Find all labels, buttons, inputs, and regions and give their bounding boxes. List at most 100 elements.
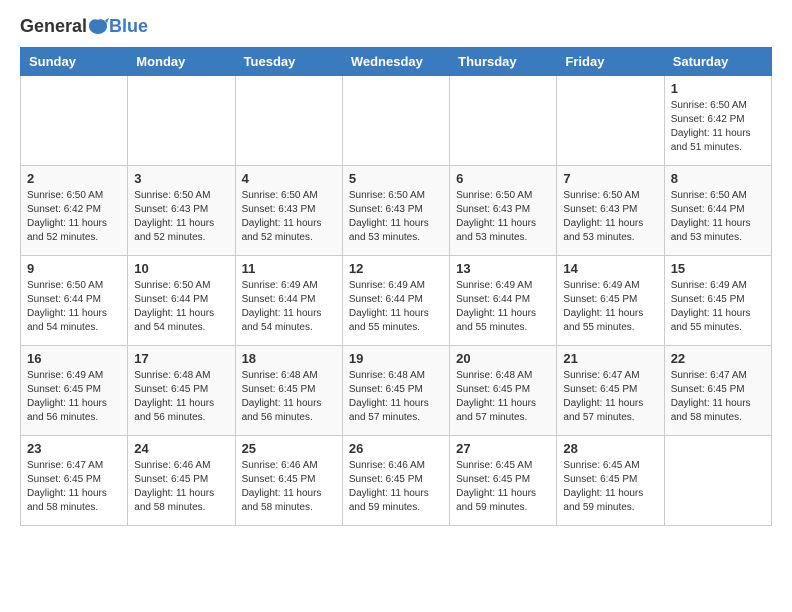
day-number: 28: [563, 441, 657, 456]
day-info: Sunrise: 6:50 AM Sunset: 6:44 PM Dayligh…: [27, 279, 121, 335]
calendar-table: SundayMondayTuesdayWednesdayThursdayFrid…: [20, 47, 772, 526]
day-info: Sunrise: 6:49 AM Sunset: 6:44 PM Dayligh…: [456, 279, 550, 335]
day-number: 11: [242, 261, 336, 276]
day-info: Sunrise: 6:50 AM Sunset: 6:43 PM Dayligh…: [134, 189, 228, 245]
day-number: 7: [563, 171, 657, 186]
calendar-week-row: 2 Sunrise: 6:50 AM Sunset: 6:42 PM Daylig…: [21, 166, 772, 256]
calendar-cell: 10Sunrise: 6:50 AM Sunset: 6:44 PM Dayli…: [128, 256, 235, 346]
day-info: Sunrise: 6:50 AM Sunset: 6:42 PM Dayligh…: [27, 189, 121, 245]
day-info: Sunrise: 6:49 AM Sunset: 6:44 PM Dayligh…: [242, 279, 336, 335]
calendar-cell: [21, 76, 128, 166]
day-number: 16: [27, 351, 121, 366]
calendar-cell: 22 Sunrise: 6:47 AM Sunset: 6:45 PM Dayli…: [664, 346, 771, 436]
day-info: Sunrise: 6:48 AM Sunset: 6:45 PM Dayligh…: [134, 369, 228, 425]
calendar-cell: 28 Sunrise: 6:45 AM Sunset: 6:45 PM Dayli…: [557, 436, 664, 526]
day-info: Sunrise: 6:49 AM Sunset: 6:44 PM Dayligh…: [349, 279, 443, 335]
day-info: Sunrise: 6:50 AM Sunset: 6:43 PM Dayligh…: [349, 189, 443, 245]
calendar-cell: 12 Sunrise: 6:49 AM Sunset: 6:44 PM Dayli…: [342, 256, 449, 346]
calendar-cell: 27 Sunrise: 6:45 AM Sunset: 6:45 PM Dayli…: [450, 436, 557, 526]
day-number: 3: [134, 171, 228, 186]
day-number: 8: [671, 171, 765, 186]
calendar-cell: 18 Sunrise: 6:48 AM Sunset: 6:45 PM Dayli…: [235, 346, 342, 436]
calendar-cell: 2 Sunrise: 6:50 AM Sunset: 6:42 PM Daylig…: [21, 166, 128, 256]
calendar-cell: [557, 76, 664, 166]
day-of-week-header: Sunday: [21, 48, 128, 76]
calendar-cell: [342, 76, 449, 166]
logo-general: General: [20, 16, 87, 37]
calendar-week-row: 23 Sunrise: 6:47 AM Sunset: 6:45 PM Dayli…: [21, 436, 772, 526]
calendar-cell: 20Sunrise: 6:48 AM Sunset: 6:45 PM Dayli…: [450, 346, 557, 436]
day-number: 14: [563, 261, 657, 276]
logo: General Blue: [20, 16, 148, 37]
day-info: Sunrise: 6:50 AM Sunset: 6:43 PM Dayligh…: [242, 189, 336, 245]
calendar-cell: 5 Sunrise: 6:50 AM Sunset: 6:43 PM Daylig…: [342, 166, 449, 256]
calendar-week-row: 16 Sunrise: 6:49 AM Sunset: 6:45 PM Dayli…: [21, 346, 772, 436]
day-info: Sunrise: 6:49 AM Sunset: 6:45 PM Dayligh…: [563, 279, 657, 335]
logo-bird-icon: [87, 18, 109, 36]
day-number: 20: [456, 351, 550, 366]
day-info: Sunrise: 6:46 AM Sunset: 6:45 PM Dayligh…: [134, 459, 228, 515]
calendar-week-row: 1 Sunrise: 6:50 AM Sunset: 6:42 PM Daylig…: [21, 76, 772, 166]
day-info: Sunrise: 6:50 AM Sunset: 6:44 PM Dayligh…: [671, 189, 765, 245]
calendar-cell: [235, 76, 342, 166]
page-container: General Blue SundayMondayTuesdayWednesday…: [0, 0, 792, 542]
calendar-cell: 7 Sunrise: 6:50 AM Sunset: 6:43 PM Daylig…: [557, 166, 664, 256]
day-info: Sunrise: 6:47 AM Sunset: 6:45 PM Dayligh…: [671, 369, 765, 425]
calendar-cell: 24 Sunrise: 6:46 AM Sunset: 6:45 PM Dayli…: [128, 436, 235, 526]
day-info: Sunrise: 6:48 AM Sunset: 6:45 PM Dayligh…: [349, 369, 443, 425]
day-of-week-header: Monday: [128, 48, 235, 76]
day-number: 26: [349, 441, 443, 456]
logo-blue: Blue: [109, 16, 148, 37]
day-number: 21: [563, 351, 657, 366]
calendar-cell: 11 Sunrise: 6:49 AM Sunset: 6:44 PM Dayli…: [235, 256, 342, 346]
calendar-cell: 3 Sunrise: 6:50 AM Sunset: 6:43 PM Daylig…: [128, 166, 235, 256]
day-info: Sunrise: 6:50 AM Sunset: 6:43 PM Dayligh…: [563, 189, 657, 245]
day-number: 12: [349, 261, 443, 276]
day-number: 4: [242, 171, 336, 186]
day-of-week-header: Tuesday: [235, 48, 342, 76]
day-of-week-header: Saturday: [664, 48, 771, 76]
day-number: 6: [456, 171, 550, 186]
calendar-cell: [664, 436, 771, 526]
day-info: Sunrise: 6:49 AM Sunset: 6:45 PM Dayligh…: [671, 279, 765, 335]
calendar-cell: 15 Sunrise: 6:49 AM Sunset: 6:45 PM Dayli…: [664, 256, 771, 346]
day-number: 19: [349, 351, 443, 366]
day-number: 23: [27, 441, 121, 456]
page-header: General Blue: [20, 16, 772, 37]
day-of-week-header: Wednesday: [342, 48, 449, 76]
calendar-cell: 26 Sunrise: 6:46 AM Sunset: 6:45 PM Dayli…: [342, 436, 449, 526]
day-number: 13: [456, 261, 550, 276]
day-info: Sunrise: 6:45 AM Sunset: 6:45 PM Dayligh…: [456, 459, 550, 515]
day-info: Sunrise: 6:48 AM Sunset: 6:45 PM Dayligh…: [242, 369, 336, 425]
day-number: 25: [242, 441, 336, 456]
calendar-cell: 19 Sunrise: 6:48 AM Sunset: 6:45 PM Dayli…: [342, 346, 449, 436]
calendar-cell: 23 Sunrise: 6:47 AM Sunset: 6:45 PM Dayli…: [21, 436, 128, 526]
day-info: Sunrise: 6:50 AM Sunset: 6:43 PM Dayligh…: [456, 189, 550, 245]
day-of-week-header: Friday: [557, 48, 664, 76]
day-info: Sunrise: 6:47 AM Sunset: 6:45 PM Dayligh…: [563, 369, 657, 425]
day-number: 15: [671, 261, 765, 276]
day-info: Sunrise: 6:46 AM Sunset: 6:45 PM Dayligh…: [349, 459, 443, 515]
day-info: Sunrise: 6:47 AM Sunset: 6:45 PM Dayligh…: [27, 459, 121, 515]
day-number: 27: [456, 441, 550, 456]
day-number: 24: [134, 441, 228, 456]
day-number: 17: [134, 351, 228, 366]
day-number: 22: [671, 351, 765, 366]
day-number: 2: [27, 171, 121, 186]
calendar-cell: 21 Sunrise: 6:47 AM Sunset: 6:45 PM Dayli…: [557, 346, 664, 436]
day-info: Sunrise: 6:45 AM Sunset: 6:45 PM Dayligh…: [563, 459, 657, 515]
calendar-header-row: SundayMondayTuesdayWednesdayThursdayFrid…: [21, 48, 772, 76]
day-number: 5: [349, 171, 443, 186]
calendar-cell: 14 Sunrise: 6:49 AM Sunset: 6:45 PM Dayli…: [557, 256, 664, 346]
day-number: 1: [671, 81, 765, 96]
day-info: Sunrise: 6:50 AM Sunset: 6:42 PM Dayligh…: [671, 99, 765, 155]
day-number: 18: [242, 351, 336, 366]
day-number: 10: [134, 261, 228, 276]
calendar-cell: 1 Sunrise: 6:50 AM Sunset: 6:42 PM Daylig…: [664, 76, 771, 166]
calendar-cell: [128, 76, 235, 166]
day-number: 9: [27, 261, 121, 276]
calendar-cell: 6 Sunrise: 6:50 AM Sunset: 6:43 PM Daylig…: [450, 166, 557, 256]
calendar-cell: 13 Sunrise: 6:49 AM Sunset: 6:44 PM Dayli…: [450, 256, 557, 346]
calendar-cell: 4 Sunrise: 6:50 AM Sunset: 6:43 PM Daylig…: [235, 166, 342, 256]
day-info: Sunrise: 6:49 AM Sunset: 6:45 PM Dayligh…: [27, 369, 121, 425]
